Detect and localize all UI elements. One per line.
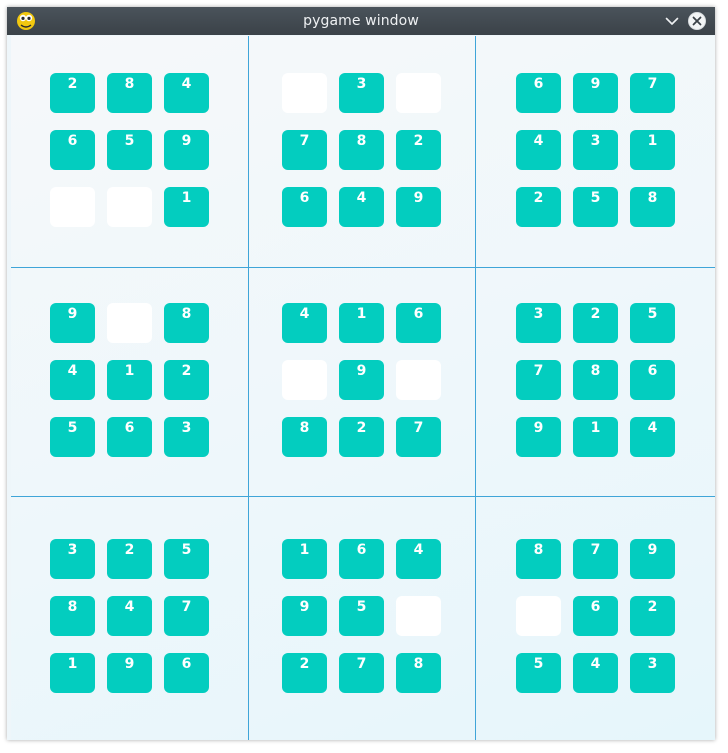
grid-line-vertical <box>248 36 249 740</box>
sudoku-cell[interactable]: 7 <box>164 596 209 636</box>
window-title: pygame window <box>303 13 419 29</box>
sudoku-cell[interactable]: 1 <box>630 130 675 170</box>
sudoku-cell[interactable]: 6 <box>107 417 152 457</box>
sudoku-cell[interactable]: 2 <box>630 596 675 636</box>
sudoku-cell[interactable]: 5 <box>516 653 561 693</box>
sudoku-cell[interactable]: 8 <box>630 187 675 227</box>
sudoku-cell[interactable]: 5 <box>573 187 618 227</box>
sudoku-cell[interactable]: 9 <box>396 187 441 227</box>
sudoku-cell[interactable]: 4 <box>164 73 209 113</box>
sudoku-cell-empty[interactable] <box>107 303 152 343</box>
sudoku-cell[interactable]: 5 <box>339 596 384 636</box>
sudoku-cell[interactable]: 4 <box>630 417 675 457</box>
sudoku-cell-empty[interactable] <box>516 596 561 636</box>
sudoku-cell[interactable]: 2 <box>339 417 384 457</box>
sudoku-cell[interactable]: 9 <box>630 539 675 579</box>
sudoku-cell[interactable]: 9 <box>164 130 209 170</box>
sudoku-cell[interactable]: 8 <box>50 596 95 636</box>
pygame-window: pygame window 28465913782649697431258984… <box>7 7 715 740</box>
sudoku-cell[interactable]: 6 <box>516 73 561 113</box>
sudoku-cell-empty[interactable] <box>396 596 441 636</box>
sudoku-cell[interactable]: 7 <box>396 417 441 457</box>
sudoku-cell[interactable]: 7 <box>630 73 675 113</box>
sudoku-cell[interactable]: 7 <box>573 539 618 579</box>
sudoku-cell[interactable]: 7 <box>339 653 384 693</box>
grid-line-vertical <box>475 36 476 740</box>
sudoku-cell[interactable]: 2 <box>282 653 327 693</box>
sudoku-cell-empty[interactable] <box>282 73 327 113</box>
sudoku-board: 2846591378264969743125898412563416982732… <box>11 36 715 740</box>
sudoku-cell[interactable]: 3 <box>630 653 675 693</box>
grid-line-horizontal <box>11 496 715 497</box>
sudoku-cell[interactable]: 2 <box>107 539 152 579</box>
sudoku-cell[interactable]: 6 <box>282 187 327 227</box>
grid-line-horizontal <box>11 267 715 268</box>
sudoku-cell[interactable]: 9 <box>516 417 561 457</box>
sudoku-cell[interactable]: 7 <box>516 360 561 400</box>
sudoku-cell[interactable]: 1 <box>50 653 95 693</box>
sudoku-cell[interactable]: 1 <box>573 417 618 457</box>
sudoku-cell[interactable]: 1 <box>339 303 384 343</box>
sudoku-cell[interactable]: 7 <box>282 130 327 170</box>
sudoku-cell[interactable]: 6 <box>573 596 618 636</box>
sudoku-cell[interactable]: 4 <box>50 360 95 400</box>
sudoku-cell[interactable]: 6 <box>630 360 675 400</box>
sudoku-cell[interactable]: 8 <box>573 360 618 400</box>
sudoku-cell[interactable]: 1 <box>164 187 209 227</box>
sudoku-cell[interactable]: 9 <box>339 360 384 400</box>
sudoku-cell[interactable]: 1 <box>282 539 327 579</box>
sudoku-cell[interactable]: 4 <box>107 596 152 636</box>
title-bar[interactable]: pygame window <box>7 7 715 35</box>
sudoku-cell[interactable]: 8 <box>396 653 441 693</box>
sudoku-cell[interactable]: 2 <box>396 130 441 170</box>
sudoku-cell[interactable]: 4 <box>282 303 327 343</box>
sudoku-cell[interactable]: 5 <box>630 303 675 343</box>
sudoku-cell[interactable]: 8 <box>107 73 152 113</box>
sudoku-cell[interactable]: 5 <box>164 539 209 579</box>
sudoku-cell[interactable]: 8 <box>339 130 384 170</box>
sudoku-cell[interactable]: 6 <box>50 130 95 170</box>
sudoku-cell[interactable]: 4 <box>396 539 441 579</box>
sudoku-cell[interactable]: 6 <box>164 653 209 693</box>
sudoku-cell[interactable]: 2 <box>516 187 561 227</box>
sudoku-cell[interactable]: 9 <box>50 303 95 343</box>
sudoku-cell[interactable]: 8 <box>164 303 209 343</box>
sudoku-cell[interactable]: 3 <box>50 539 95 579</box>
sudoku-cell[interactable]: 4 <box>516 130 561 170</box>
sudoku-cell[interactable]: 6 <box>396 303 441 343</box>
sudoku-cell-empty[interactable] <box>396 73 441 113</box>
sudoku-cell[interactable]: 4 <box>573 653 618 693</box>
sudoku-cell-empty[interactable] <box>107 187 152 227</box>
sudoku-cell-empty[interactable] <box>282 360 327 400</box>
sudoku-cell[interactable]: 8 <box>516 539 561 579</box>
sudoku-cell[interactable]: 9 <box>573 73 618 113</box>
sudoku-cell-empty[interactable] <box>50 187 95 227</box>
sudoku-cell[interactable]: 9 <box>107 653 152 693</box>
chevron-down-icon[interactable] <box>663 12 681 30</box>
sudoku-cell[interactable]: 3 <box>164 417 209 457</box>
close-icon[interactable] <box>687 11 707 31</box>
sudoku-cell[interactable]: 3 <box>339 73 384 113</box>
sudoku-cell[interactable]: 8 <box>282 417 327 457</box>
sudoku-cell[interactable]: 3 <box>573 130 618 170</box>
sudoku-cell[interactable]: 4 <box>339 187 384 227</box>
sudoku-cell[interactable]: 9 <box>282 596 327 636</box>
sudoku-cell[interactable]: 6 <box>339 539 384 579</box>
sudoku-cell[interactable]: 2 <box>164 360 209 400</box>
sudoku-cell[interactable]: 5 <box>50 417 95 457</box>
sudoku-cell[interactable]: 1 <box>107 360 152 400</box>
sudoku-cell-empty[interactable] <box>396 360 441 400</box>
sudoku-cell[interactable]: 2 <box>50 73 95 113</box>
sudoku-cell[interactable]: 5 <box>107 130 152 170</box>
sudoku-cell[interactable]: 2 <box>573 303 618 343</box>
sudoku-cell[interactable]: 3 <box>516 303 561 343</box>
